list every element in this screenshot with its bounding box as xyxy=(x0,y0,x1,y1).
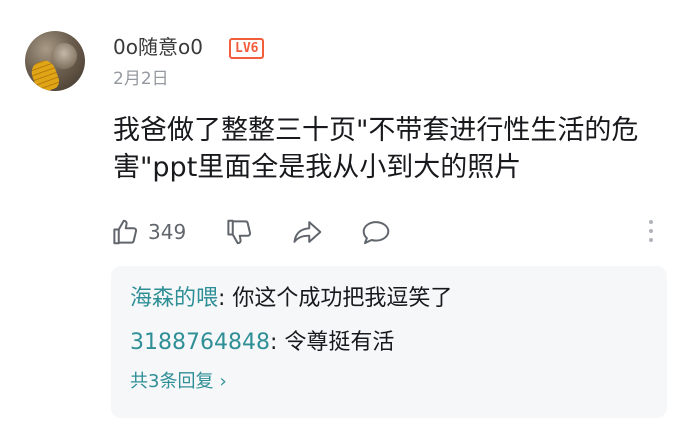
replies-panel: 海森的喂: 你这个成功把我逗笑了 3188764848: 令尊挺有活 共3条回复… xyxy=(111,266,667,418)
dislike-button[interactable] xyxy=(224,217,254,247)
share-button[interactable] xyxy=(292,217,324,247)
comment-text: 我爸做了整整三十页"不带套进行性生活的危害"ppt里面全是我从小到大的照片 xyxy=(113,115,639,183)
thumbs-up-icon xyxy=(110,217,140,247)
more-vertical-icon-dot xyxy=(649,220,653,224)
like-button[interactable]: 349 xyxy=(110,217,186,247)
avatar-face-shape xyxy=(51,43,77,69)
view-all-replies-label: 共3条回复 xyxy=(130,371,214,392)
comment-date: 2月2日 xyxy=(113,69,169,89)
username[interactable]: 0o随意o0 xyxy=(113,34,203,60)
reply-text: 令尊挺有活 xyxy=(284,330,395,355)
reply-button[interactable] xyxy=(360,217,392,247)
reply-username[interactable]: 海森的喂 xyxy=(130,286,218,311)
reply-item[interactable]: 3188764848: 令尊挺有活 xyxy=(130,327,394,359)
chevron-right-icon: › xyxy=(219,371,227,392)
avatar[interactable] xyxy=(25,31,85,91)
chat-bubble-icon xyxy=(360,217,392,247)
view-all-replies-link[interactable]: 共3条回复 › xyxy=(130,369,227,395)
share-icon xyxy=(292,217,324,247)
reply-username[interactable]: 3188764848 xyxy=(130,330,270,355)
reply-item[interactable]: 海森的喂: 你这个成功把我逗笑了 xyxy=(130,283,452,315)
more-vertical-icon-dot xyxy=(649,229,653,233)
reply-separator: : xyxy=(269,330,285,355)
level-badge: LV6 xyxy=(229,38,265,59)
like-count: 349 xyxy=(148,220,187,244)
comment-actions: 349 xyxy=(110,212,392,252)
reply-separator: : xyxy=(218,286,233,311)
thumbs-down-icon xyxy=(224,217,254,247)
more-options-button[interactable] xyxy=(641,216,661,246)
reply-text: 你这个成功把我逗笑了 xyxy=(232,286,453,311)
more-vertical-icon-dot xyxy=(649,238,653,242)
